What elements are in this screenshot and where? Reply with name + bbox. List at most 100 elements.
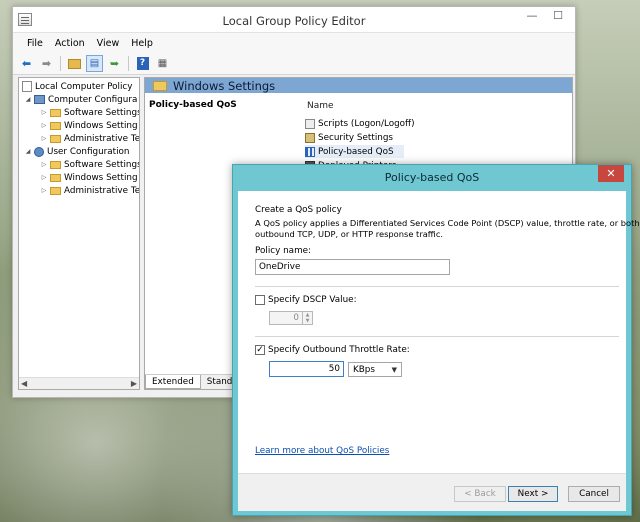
- details-header: Windows Settings: [145, 78, 572, 93]
- folder-icon: [153, 80, 167, 91]
- list-item-scripts[interactable]: Scripts (Logon/Logoff): [305, 117, 415, 130]
- scroll-left-icon[interactable]: ◀: [21, 379, 27, 388]
- list-item-label: Scripts (Logon/Logoff): [318, 118, 415, 129]
- next-button[interactable]: Next >: [508, 486, 558, 502]
- up-folder-icon: [68, 58, 81, 69]
- forward-arrow-icon: ➡: [41, 57, 52, 70]
- menu-help[interactable]: Help: [125, 38, 159, 49]
- menu-file[interactable]: File: [21, 38, 49, 49]
- qos-policy-dialog: Policy-based QoS ✕ Create a QoS policy A…: [232, 164, 640, 516]
- dialog-description-line2: outbound TCP, UDP, or HTTP response traf…: [255, 229, 444, 239]
- tree-item-software-settings[interactable]: ▷ Software Settings: [40, 106, 140, 119]
- tree-item-user-windows-settings[interactable]: ▷ Windows Setting: [40, 171, 138, 184]
- tree-item-user-software-settings[interactable]: ▷ Software Settings: [40, 158, 140, 171]
- tree-item-user-configuration[interactable]: ◢ User Configuration: [24, 145, 130, 158]
- folder-icon: [50, 160, 61, 169]
- list-item-label: Security Settings: [318, 132, 394, 143]
- dialog-close-button[interactable]: ✕: [598, 165, 624, 182]
- export-list-button[interactable]: ➥: [106, 55, 123, 72]
- learn-more-link[interactable]: Learn more about QoS Policies: [255, 446, 389, 456]
- expand-arrow-icon[interactable]: ▷: [40, 174, 48, 181]
- throttle-unit-value: KBps: [353, 364, 375, 375]
- dscp-value-spinner[interactable]: 0 ▲ ▼: [269, 311, 313, 325]
- back-button[interactable]: ⬅: [18, 55, 35, 72]
- back-button[interactable]: < Back: [454, 486, 506, 502]
- menu-view[interactable]: View: [91, 38, 126, 49]
- tree-item-label: User Configuration: [47, 146, 130, 157]
- window-title: Local Group Policy Editor: [222, 14, 366, 28]
- help-button[interactable]: ?: [134, 55, 151, 72]
- tree-item-label: Administrative Te: [64, 133, 140, 144]
- tree-item-windows-settings[interactable]: ▷ Windows Setting: [40, 119, 138, 132]
- spinner-arrows-icon[interactable]: ▲ ▼: [303, 311, 313, 325]
- help-icon: ?: [136, 57, 149, 70]
- forward-button[interactable]: ➡: [38, 55, 55, 72]
- policy-name-input[interactable]: OneDrive: [255, 259, 450, 275]
- tree-item-label: Computer Configura: [48, 94, 138, 105]
- cancel-button[interactable]: Cancel: [568, 486, 620, 502]
- expand-arrow-icon[interactable]: ▷: [40, 187, 48, 194]
- selected-item-title: Policy-based QoS: [149, 100, 237, 110]
- toolbar-divider: [60, 56, 61, 71]
- tab-extended[interactable]: Extended: [145, 375, 201, 389]
- tree-item-label: Windows Setting: [64, 172, 138, 183]
- tree-item-label: Software Settings: [64, 159, 140, 170]
- tree-item-administrative-templates[interactable]: ▷ Administrative Te: [40, 132, 140, 145]
- expand-arrow-icon[interactable]: ▷: [40, 122, 48, 129]
- export-list-icon: ➥: [109, 57, 120, 70]
- minimize-button[interactable]: —: [519, 7, 545, 25]
- script-icon: [305, 118, 315, 129]
- folder-icon: [50, 108, 61, 117]
- collapse-arrow-icon[interactable]: ◢: [24, 96, 32, 103]
- dialog-description-line1: A QoS policy applies a Differentiated Se…: [255, 218, 640, 228]
- throttle-checkbox[interactable]: ✓: [255, 345, 265, 355]
- tree-item-computer-configuration[interactable]: ◢ Computer Configura: [24, 93, 138, 106]
- dscp-label: Specify DSCP Value:: [268, 295, 357, 305]
- menu-bar: File Action View Help: [13, 33, 575, 53]
- menu-action[interactable]: Action: [49, 38, 91, 49]
- tree-item-local-computer-policy[interactable]: Local Computer Policy: [22, 80, 132, 93]
- list-item-policy-based-qos[interactable]: Policy-based QoS: [305, 145, 404, 158]
- folder-icon: [50, 134, 61, 143]
- divider: [255, 336, 619, 337]
- folder-icon: [50, 186, 61, 195]
- properties-button[interactable]: ▦: [154, 55, 171, 72]
- folder-icon: [50, 121, 61, 130]
- throttle-rate-input[interactable]: 50: [269, 361, 344, 377]
- dscp-checkbox[interactable]: [255, 295, 265, 305]
- tree-item-label: Administrative Te: [64, 185, 140, 196]
- back-arrow-icon: ⬅: [21, 57, 32, 70]
- show-hide-tree-button[interactable]: ▤: [86, 55, 103, 72]
- column-header-name[interactable]: Name: [307, 101, 334, 111]
- collapse-arrow-icon[interactable]: ◢: [24, 148, 32, 155]
- folder-icon: [50, 173, 61, 182]
- scroll-right-icon[interactable]: ▶: [131, 379, 137, 388]
- toolbar-divider: [128, 56, 129, 71]
- properties-icon: ▦: [157, 58, 168, 69]
- details-header-title: Windows Settings: [173, 78, 276, 93]
- maximize-button[interactable]: ☐: [545, 7, 571, 25]
- expand-arrow-icon[interactable]: ▷: [40, 109, 48, 116]
- security-icon: [305, 132, 315, 143]
- tree-item-label: Software Settings: [64, 107, 140, 118]
- qos-bars-icon: [305, 146, 315, 157]
- show-hide-tree-icon: ▤: [89, 58, 100, 69]
- tree-item-label: Windows Setting: [64, 120, 138, 131]
- up-one-level-button[interactable]: [66, 55, 83, 72]
- tree-horizontal-scrollbar[interactable]: ◀ ▶: [19, 377, 139, 389]
- computer-icon: [34, 95, 45, 104]
- list-item-security-settings[interactable]: Security Settings: [305, 131, 393, 144]
- dialog-heading: Create a QoS policy: [255, 205, 342, 215]
- divider: [255, 286, 619, 287]
- chevron-down-icon: ▼: [391, 365, 397, 374]
- console-tree: Local Computer Policy ◢ Computer Configu…: [18, 77, 140, 390]
- policy-name-label: Policy name:: [255, 246, 312, 256]
- tree-item-user-administrative-templates[interactable]: ▷ Administrative Te: [40, 184, 140, 197]
- throttle-unit-select[interactable]: KBps ▼: [348, 362, 402, 377]
- tree-item-label: Local Computer Policy: [35, 81, 133, 92]
- policy-doc-icon: [22, 81, 32, 92]
- expand-arrow-icon[interactable]: ▷: [40, 161, 48, 168]
- expand-arrow-icon[interactable]: ▷: [40, 135, 48, 142]
- dscp-value: 0: [269, 311, 303, 325]
- toolbar: ⬅ ➡ ▤ ➥ ? ▦: [13, 53, 575, 75]
